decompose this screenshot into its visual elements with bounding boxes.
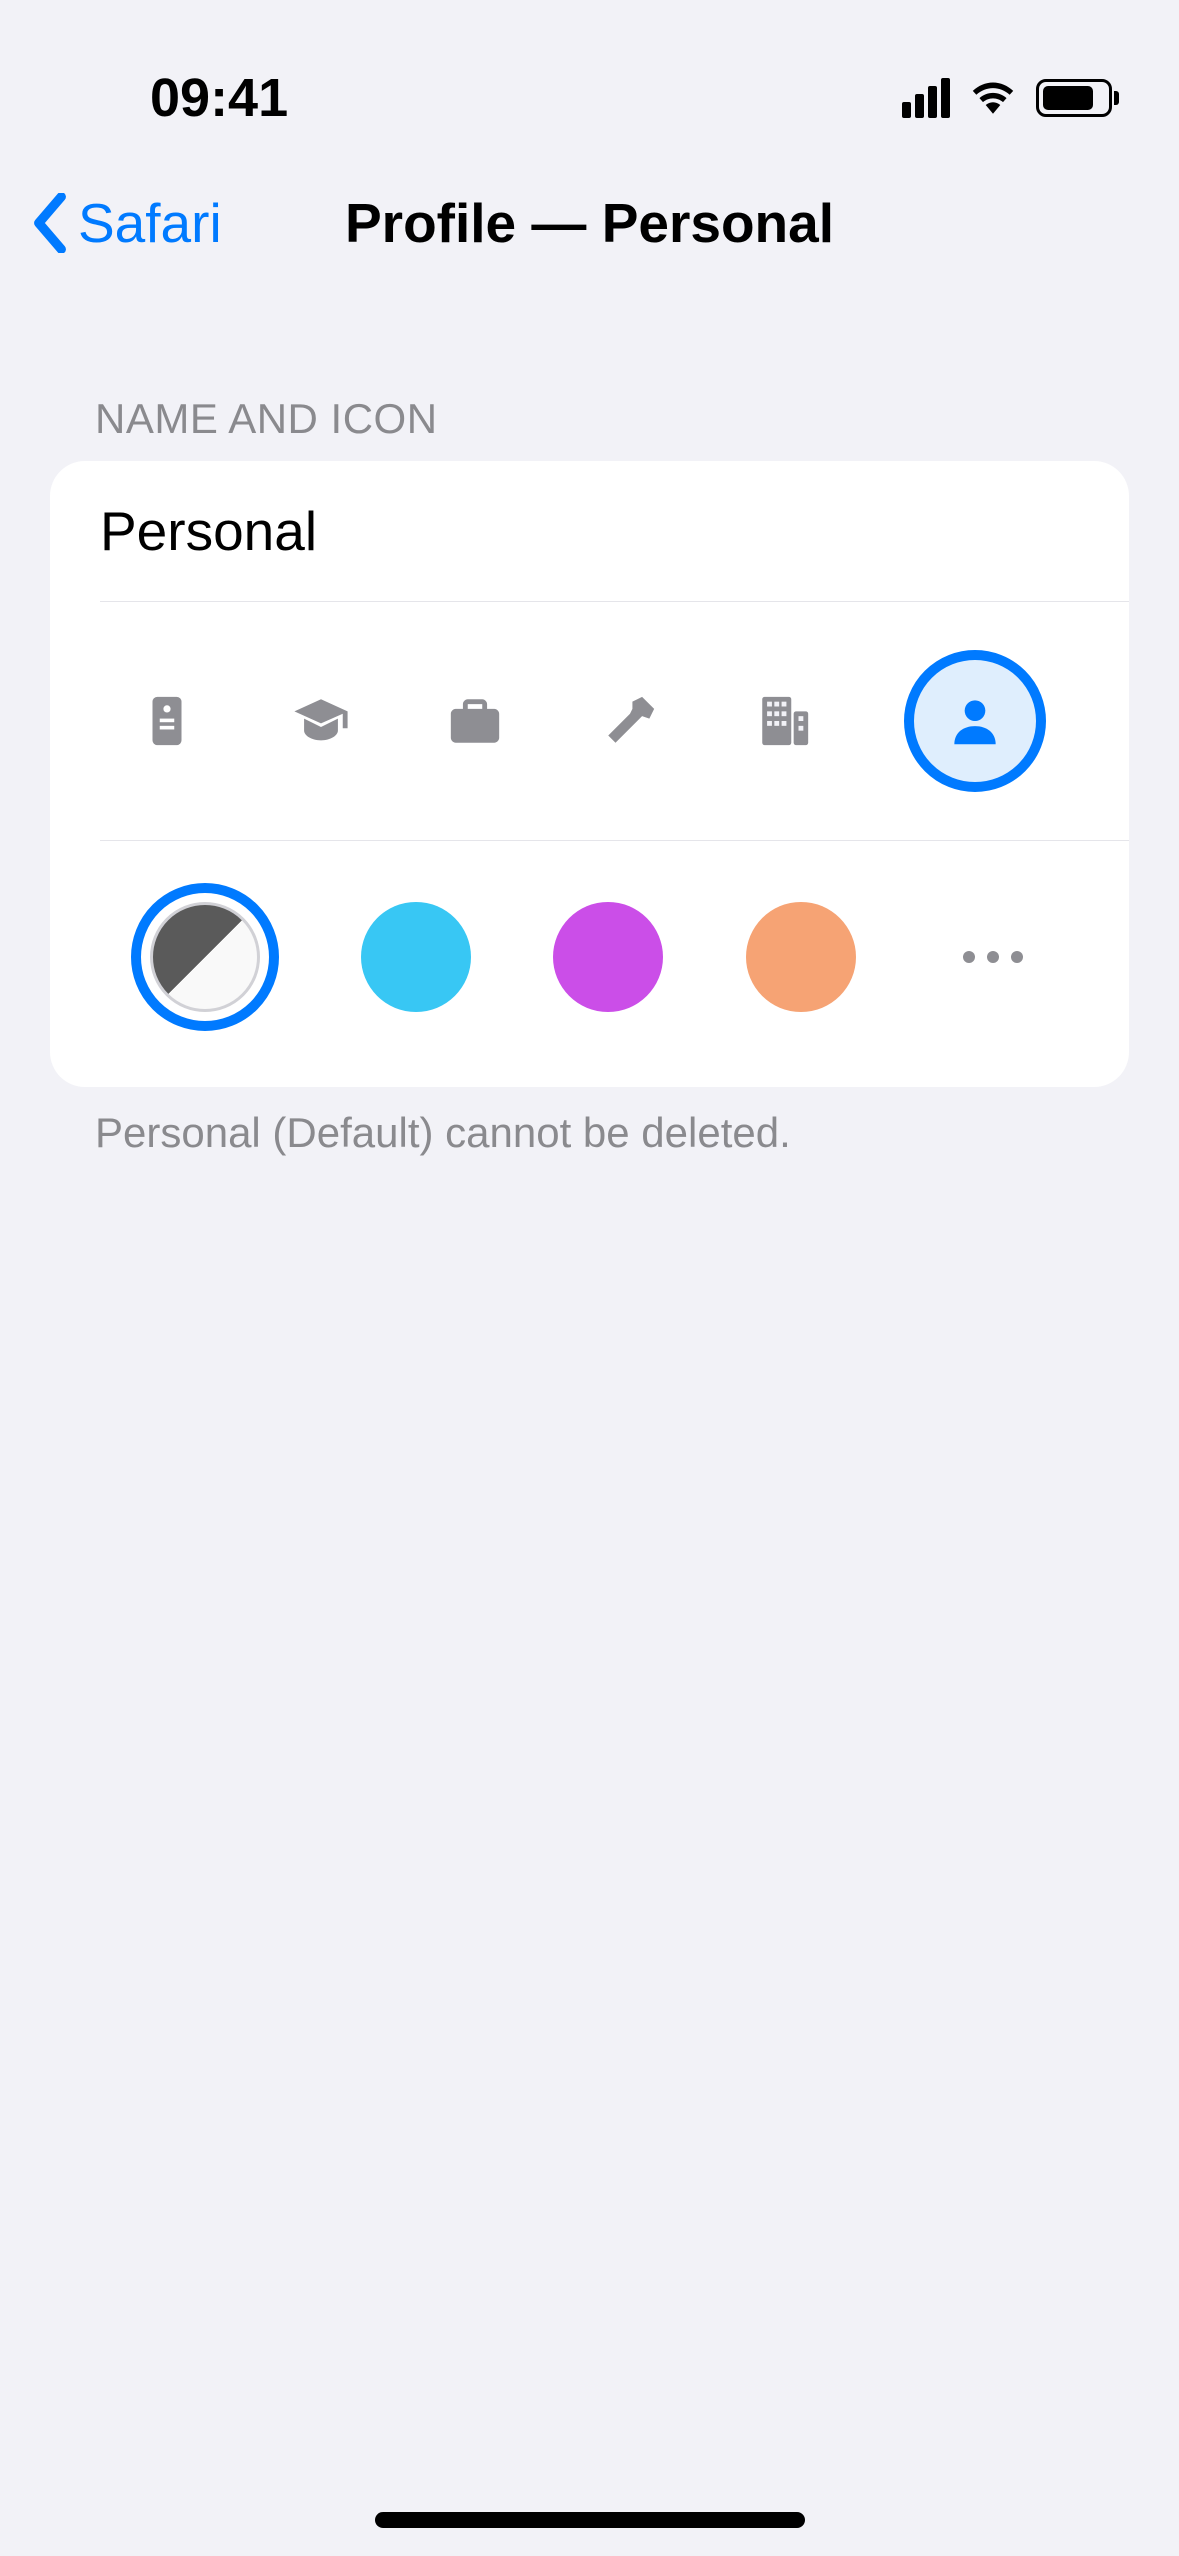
ellipsis-icon [963,951,975,963]
badge-icon [138,692,196,750]
status-bar: 09:41 [0,0,1179,150]
wifi-icon [968,76,1018,119]
more-colors-button[interactable] [938,902,1048,1012]
section-header: NAME AND ICON [0,295,1179,461]
icon-option-building[interactable] [750,687,818,755]
hammer-icon [601,692,659,750]
icon-option-briefcase[interactable] [441,687,509,755]
back-button[interactable]: Safari [30,191,222,255]
page-title: Profile — Personal [345,191,834,255]
icon-option-person[interactable] [904,650,1046,792]
color-option-cyan[interactable] [361,902,471,1012]
color-picker-row [50,841,1129,1087]
split-color-swatch [150,902,260,1012]
navigation-bar: Safari Profile — Personal [0,150,1179,295]
graduation-cap-icon [292,692,350,750]
cellular-signal-icon [902,78,950,118]
battery-icon [1036,79,1119,117]
chevron-left-icon [30,193,70,253]
status-icons [902,76,1119,119]
icon-option-hammer[interactable] [596,687,664,755]
building-icon [755,692,813,750]
icon-picker-row [50,602,1129,840]
person-icon [944,690,1006,752]
color-option-magenta[interactable] [553,902,663,1012]
profile-card: Personal [50,461,1129,1087]
status-time: 09:41 [150,67,288,129]
home-indicator[interactable] [375,2512,805,2528]
icon-option-graduation[interactable] [287,687,355,755]
briefcase-icon [446,692,504,750]
back-label: Safari [78,191,222,255]
icon-option-badge[interactable] [133,687,201,755]
color-option-default[interactable] [131,883,279,1031]
color-option-orange[interactable] [746,902,856,1012]
profile-name-field[interactable]: Personal [50,461,1129,601]
footer-note: Personal (Default) cannot be deleted. [0,1087,1179,1157]
